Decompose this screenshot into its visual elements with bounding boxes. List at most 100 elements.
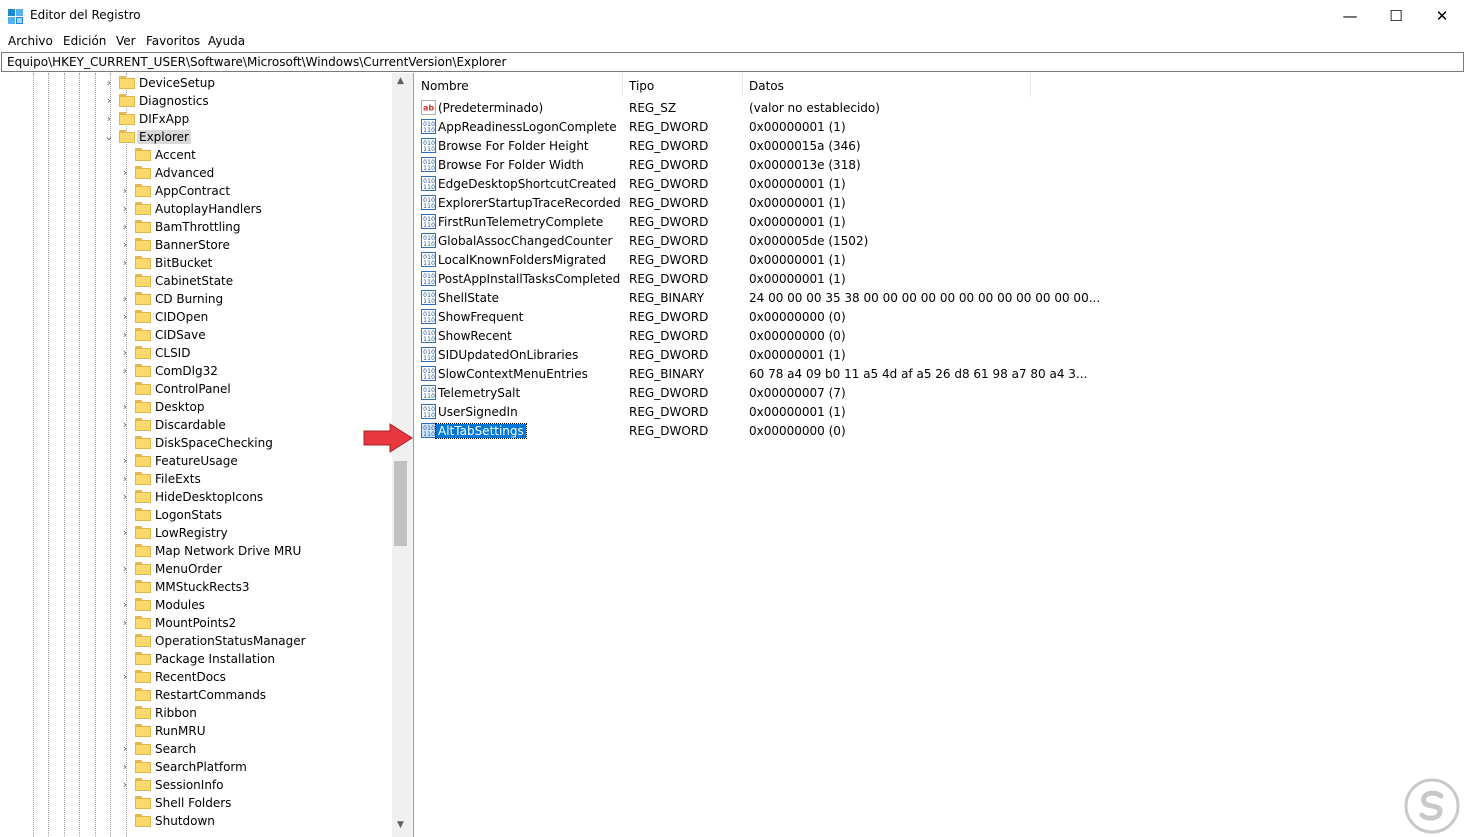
chevron-right-icon[interactable]: ›: [104, 113, 114, 125]
tree-item-diagnostics[interactable]: › Diagnostics: [0, 92, 392, 110]
value-row-browse-for-folder-width[interactable]: 0 1 0 1 1 0 Browse For Folder Width REG_DWORD 0x…: [415, 155, 1465, 174]
tree-item-menuorder[interactable]: › MenuOrder: [0, 560, 392, 578]
tree-item-appcontract[interactable]: › AppContract: [0, 182, 392, 200]
chevron-right-icon[interactable]: ›: [120, 779, 130, 791]
tree-item-difxapp[interactable]: › DIFxApp: [0, 110, 392, 128]
tree-item-runmru[interactable]: RunMRU: [0, 722, 392, 740]
tree-item-operationstatusmanager[interactable]: OperationStatusManager: [0, 632, 392, 650]
chevron-right-icon[interactable]: ›: [120, 761, 130, 773]
tree-item-recentdocs[interactable]: › RecentDocs: [0, 668, 392, 686]
minimize-button[interactable]: —: [1327, 0, 1373, 31]
tree-item-bamthrottling[interactable]: › BamThrottling: [0, 218, 392, 236]
column-header-type[interactable]: Tipo: [623, 73, 743, 97]
value-row-showfrequent[interactable]: 0 1 0 1 1 0 ShowFrequent REG_DWORD 0x00000000 (0…: [415, 307, 1465, 326]
tree-item-package-installation[interactable]: Package Installation: [0, 650, 392, 668]
chevron-right-icon[interactable]: ›: [120, 617, 130, 629]
scroll-down-arrow-icon[interactable]: ▼: [392, 817, 409, 834]
value-row-appreadinesslogoncomplete[interactable]: 0 1 0 1 1 0 AppReadinessLogonComplete REG_DWORD…: [415, 117, 1465, 136]
chevron-right-icon[interactable]: ›: [120, 599, 130, 611]
chevron-right-icon[interactable]: ›: [120, 203, 130, 215]
tree-scrollbar[interactable]: ▲ ▼: [392, 73, 409, 837]
column-header-data[interactable]: Datos: [743, 73, 1031, 97]
chevron-right-icon[interactable]: ›: [120, 527, 130, 539]
chevron-right-icon[interactable]: ›: [120, 239, 130, 251]
tree-item-hidedesktopicons[interactable]: › HideDesktopIcons: [0, 488, 392, 506]
chevron-right-icon[interactable]: ›: [120, 491, 130, 503]
tree-item-clsid[interactable]: › CLSID: [0, 344, 392, 362]
chevron-right-icon[interactable]: ›: [120, 473, 130, 485]
value-row-slowcontextmenuentries[interactable]: 0 1 0 1 1 0 SlowContextMenuEntries REG_BINARY 60…: [415, 364, 1465, 383]
tree-item-bitbucket[interactable]: › BitBucket: [0, 254, 392, 272]
scroll-thumb[interactable]: [394, 461, 407, 546]
tree-item-lowregistry[interactable]: › LowRegistry: [0, 524, 392, 542]
tree-item-diskspacechecking[interactable]: DiskSpaceChecking: [0, 434, 392, 452]
chevron-right-icon[interactable]: ›: [120, 311, 130, 323]
address-bar[interactable]: Equipo\HKEY_CURRENT_USER\Software\Micros…: [1, 52, 1464, 72]
tree-item-explorer[interactable]: ⌄ Explorer: [0, 128, 392, 146]
value-row-usersignedin[interactable]: 0 1 0 1 1 0 UserSignedIn REG_DWORD 0x00000001 (1…: [415, 402, 1465, 421]
chevron-right-icon[interactable]: ›: [120, 743, 130, 755]
value-row-browse-for-folder-height[interactable]: 0 1 0 1 1 0 Browse For Folder Height REG_DWORD 0…: [415, 136, 1465, 155]
tree-item-comdlg32[interactable]: › ComDlg32: [0, 362, 392, 380]
chevron-right-icon[interactable]: ›: [120, 365, 130, 377]
close-button[interactable]: ✕: [1419, 0, 1465, 31]
maximize-button[interactable]: ☐: [1373, 0, 1419, 31]
value-row-explorerstartuptracerecorded[interactable]: 0 1 0 1 1 0 ExplorerStartupTraceRecorded REG_DW…: [415, 193, 1465, 212]
chevron-right-icon[interactable]: ›: [120, 419, 130, 431]
tree-item-shell-folders[interactable]: Shell Folders: [0, 794, 392, 812]
tree-item-searchplatform[interactable]: › SearchPlatform: [0, 758, 392, 776]
chevron-right-icon[interactable]: ›: [120, 329, 130, 341]
tree-item-mmstuckrects3[interactable]: MMStuckRects3: [0, 578, 392, 596]
value-row-shellstate[interactable]: 0 1 0 1 1 0 ShellState REG_BINARY 24 00 00 00 35…: [415, 288, 1465, 307]
chevron-right-icon[interactable]: ›: [120, 401, 130, 413]
tree-item-discardable[interactable]: › Discardable: [0, 416, 392, 434]
chevron-right-icon[interactable]: ›: [120, 455, 130, 467]
tree-item-map-network-drive-mru[interactable]: Map Network Drive MRU: [0, 542, 392, 560]
menu-favoritos[interactable]: Favoritos: [146, 34, 200, 48]
chevron-right-icon[interactable]: ›: [104, 77, 114, 89]
value-row-edgedesktopshortcutcreated[interactable]: 0 1 0 1 1 0 EdgeDesktopShortcutCreated REG_DWOR…: [415, 174, 1465, 193]
chevron-right-icon[interactable]: ›: [120, 257, 130, 269]
value-row-predeterminado[interactable]: ab (Predeterminado) REG_SZ (valor no establ…: [415, 98, 1465, 117]
column-header-name[interactable]: Nombre: [415, 73, 623, 97]
tree-item-fileexts[interactable]: › FileExts: [0, 470, 392, 488]
menu-edicion[interactable]: Edición: [63, 34, 106, 48]
scroll-up-arrow-icon[interactable]: ▲: [392, 73, 409, 90]
tree-item-sessioninfo[interactable]: › SessionInfo: [0, 776, 392, 794]
value-row-sidupdatedonlibraries[interactable]: 0 1 0 1 1 0 SIDUpdatedOnLibraries REG_DWORD 0x00…: [415, 345, 1465, 364]
tree-item-controlpanel[interactable]: ControlPanel: [0, 380, 392, 398]
tree-item-mountpoints2[interactable]: › MountPoints2: [0, 614, 392, 632]
tree-item-autoplayhandlers[interactable]: › AutoplayHandlers: [0, 200, 392, 218]
tree-item-cidopen[interactable]: › CIDOpen: [0, 308, 392, 326]
address-path[interactable]: Equipo\HKEY_CURRENT_USER\Software\Micros…: [7, 55, 506, 69]
value-row-localknownfoldersmigrated[interactable]: 0 1 0 1 1 0 LocalKnownFoldersMigrated REG_DWORD…: [415, 250, 1465, 269]
tree-item-search[interactable]: › Search: [0, 740, 392, 758]
tree-item-desktop[interactable]: › Desktop: [0, 398, 392, 416]
chevron-right-icon[interactable]: ›: [120, 293, 130, 305]
chevron-down-icon[interactable]: ⌄: [104, 131, 114, 143]
tree-item-featureusage[interactable]: › FeatureUsage: [0, 452, 392, 470]
value-row-alttabsettings[interactable]: 0 1 0 1 1 0 AltTabSettings REG_DWORD 0x00000000 …: [415, 421, 1465, 440]
tree-item-shutdown[interactable]: Shutdown: [0, 812, 392, 830]
tree-item-restartcommands[interactable]: RestartCommands: [0, 686, 392, 704]
tree-item-cd-burning[interactable]: › CD Burning: [0, 290, 392, 308]
value-row-postappinstalltaskscompleted[interactable]: 0 1 0 1 1 0 PostAppInstallTasksCompleted REG_DW…: [415, 269, 1465, 288]
value-row-globalassocchangedcounter[interactable]: 0 1 0 1 1 0 GlobalAssocChangedCounter REG_DWORD…: [415, 231, 1465, 250]
tree-item-ribbon[interactable]: Ribbon: [0, 704, 392, 722]
chevron-right-icon[interactable]: ›: [120, 347, 130, 359]
value-row-firstruntelemetrycomplete[interactable]: 0 1 0 1 1 0 FirstRunTelemetryComplete REG_DWORD…: [415, 212, 1465, 231]
menu-archivo[interactable]: Archivo: [8, 34, 53, 48]
menu-ver[interactable]: Ver: [116, 34, 136, 48]
chevron-right-icon[interactable]: ›: [104, 95, 114, 107]
chevron-right-icon[interactable]: ›: [120, 563, 130, 575]
chevron-right-icon[interactable]: ›: [120, 185, 130, 197]
tree-item-bannerstore[interactable]: › BannerStore: [0, 236, 392, 254]
tree-item-accent[interactable]: Accent: [0, 146, 392, 164]
pane-splitter[interactable]: [409, 73, 414, 837]
chevron-right-icon[interactable]: ›: [120, 167, 130, 179]
tree-item-advanced[interactable]: › Advanced: [0, 164, 392, 182]
tree-item-logonstats[interactable]: LogonStats: [0, 506, 392, 524]
chevron-right-icon[interactable]: ›: [120, 671, 130, 683]
tree-item-cabinetstate[interactable]: CabinetState: [0, 272, 392, 290]
value-row-telemetrysalt[interactable]: 0 1 0 1 1 0 TelemetrySalt REG_DWORD 0x00000007 (…: [415, 383, 1465, 402]
